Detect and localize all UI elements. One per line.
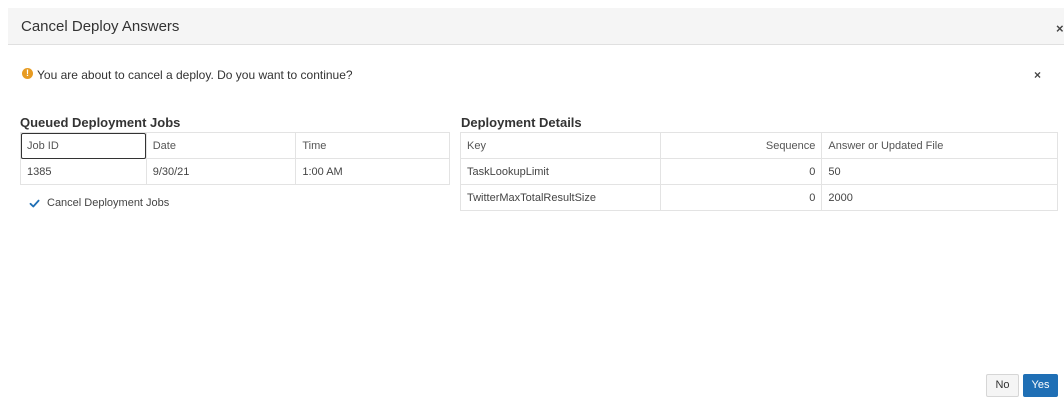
job-id-cell: 1385 [20, 158, 147, 185]
table-row[interactable]: 1385 9/30/21 1:00 AM [20, 158, 450, 185]
deployment-details-table: Key Sequence Answer or Updated File Task… [460, 132, 1058, 211]
table-row[interactable]: TwitterMaxTotalResultSize 0 2000 [460, 184, 1058, 211]
warning-message: You are about to cancel a deploy. Do you… [37, 68, 353, 82]
date-cell: 9/30/21 [146, 158, 297, 185]
close-icon[interactable]: × [1056, 22, 1064, 35]
cancel-jobs-label[interactable]: Cancel Deployment Jobs [47, 197, 169, 209]
dialog-titlebar: Cancel Deploy Answers × [8, 8, 1064, 45]
queued-jobs-title: Queued Deployment Jobs [20, 115, 181, 130]
checkmark-icon [29, 199, 40, 208]
cancel-jobs-checkbox[interactable] [29, 198, 40, 209]
no-button[interactable]: No [986, 374, 1019, 397]
queued-jobs-table: Job ID Date Time 1385 9/30/21 1:00 AM [20, 132, 450, 185]
sequence-cell: 0 [660, 158, 823, 185]
warning-icon: ! [22, 68, 33, 79]
column-header-job-id[interactable]: Job ID [20, 132, 147, 159]
deployment-details-title: Deployment Details [461, 115, 582, 130]
key-cell: TwitterMaxTotalResultSize [460, 184, 661, 211]
table-row[interactable]: TaskLookupLimit 0 50 [460, 158, 1058, 185]
column-header-answer[interactable]: Answer or Updated File [821, 132, 1058, 159]
time-cell: 1:00 AM [295, 158, 450, 185]
dismiss-message-icon[interactable]: × [1034, 69, 1041, 81]
column-header-sequence[interactable]: Sequence [660, 132, 823, 159]
dialog-title: Cancel Deploy Answers [21, 18, 180, 35]
answer-cell: 50 [821, 158, 1058, 185]
answer-cell: 2000 [821, 184, 1058, 211]
table-header-row: Key Sequence Answer or Updated File [460, 132, 1058, 159]
column-header-date[interactable]: Date [146, 132, 297, 159]
yes-button[interactable]: Yes [1023, 374, 1058, 397]
key-cell: TaskLookupLimit [460, 158, 661, 185]
table-header-row: Job ID Date Time [20, 132, 450, 159]
column-header-time[interactable]: Time [295, 132, 450, 159]
column-header-key[interactable]: Key [460, 132, 661, 159]
cancel-deploy-dialog: Cancel Deploy Answers × ! You are about … [0, 0, 1064, 406]
sequence-cell: 0 [660, 184, 823, 211]
